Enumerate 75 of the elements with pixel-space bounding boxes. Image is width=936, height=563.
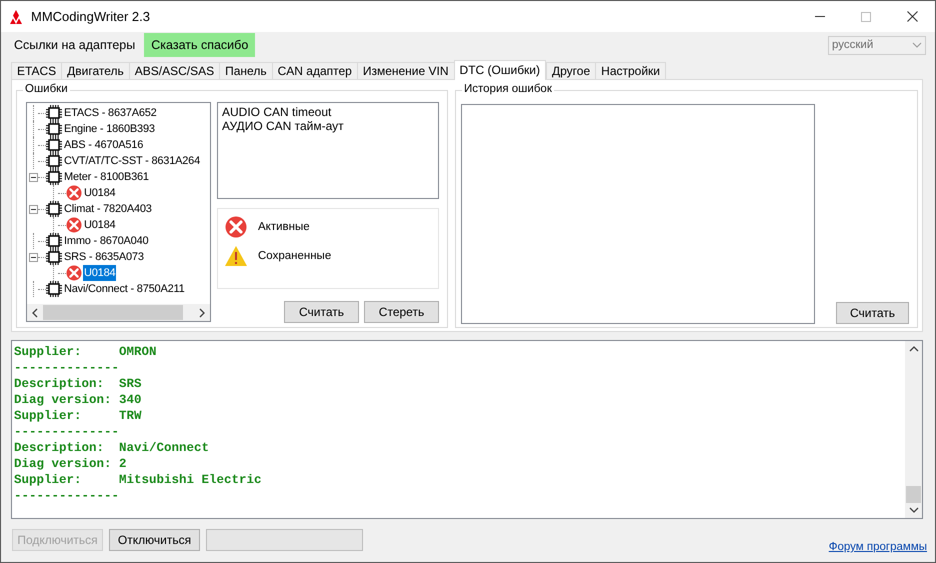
logo-icon xyxy=(7,8,25,24)
scroll-down-icon xyxy=(908,506,918,514)
button[interactable]: Отключиться xyxy=(109,529,200,551)
collapse-icon[interactable] xyxy=(29,204,38,214)
chip-icon xyxy=(46,153,62,169)
maximize-icon xyxy=(861,12,871,22)
legend-label: Активные xyxy=(258,221,310,233)
menu-item[interactable]: Ссылки на адаптеры xyxy=(7,33,142,57)
tree-item[interactable]: SRS - 8635A073 xyxy=(63,249,145,265)
vertical-scrollbar[interactable] xyxy=(905,341,922,518)
error-icon xyxy=(66,217,82,233)
tree-item[interactable]: CVT/AT/TC-SST - 8631A264 xyxy=(63,153,202,169)
tree-item[interactable]: Climat - 7820A403 xyxy=(63,201,153,217)
chip-icon xyxy=(46,121,62,137)
tree-item[interactable]: U0184 xyxy=(83,265,116,281)
log-line: Supplier: Mitsubishi Electric xyxy=(14,472,263,488)
group-title: История ошибок xyxy=(462,83,554,95)
chip-icon xyxy=(46,249,62,265)
tree-item[interactable]: ABS - 4670A516 xyxy=(63,137,144,153)
collapse-icon[interactable] xyxy=(29,252,38,262)
tab[interactable]: ETACS xyxy=(11,62,62,79)
log-line: -------------- xyxy=(14,424,120,440)
log-line: -------------- xyxy=(14,488,120,504)
log-line: -------------- xyxy=(14,360,120,376)
tab[interactable]: CAN адаптер xyxy=(272,62,357,79)
scroll-right-icon xyxy=(198,308,206,318)
tree-item[interactable]: U0184 xyxy=(83,185,116,201)
tab[interactable]: DTC (Ошибки) xyxy=(454,60,546,80)
legend-label: Сохраненные xyxy=(258,250,332,262)
scroll-up-icon xyxy=(908,345,918,353)
tab[interactable]: Панель xyxy=(219,62,272,79)
scroll-left-icon xyxy=(31,308,39,318)
window-title: MMCodingWriter 2.3 xyxy=(31,9,151,24)
tab[interactable]: Настройки xyxy=(595,62,666,79)
group-title: Ошибки xyxy=(23,83,70,95)
tree-item[interactable]: Engine - 1860B393 xyxy=(63,121,156,137)
chip-icon xyxy=(46,105,62,121)
error-icon xyxy=(66,265,82,281)
scrollbar-thumb[interactable] xyxy=(43,305,183,320)
description-text: AUDIO CAN timeout xyxy=(222,105,332,119)
tab[interactable]: ABS/ASC/SAS xyxy=(128,62,220,79)
warning-icon xyxy=(224,245,248,267)
log-line: Supplier: TRW xyxy=(14,408,143,424)
menu-item[interactable]: Сказать спасибо xyxy=(144,33,256,57)
tree-item[interactable]: Immo - 8670A040 xyxy=(63,233,150,249)
log-line: Description: SRS xyxy=(14,376,143,392)
error-icon xyxy=(225,216,247,238)
chip-icon xyxy=(46,233,62,249)
error-icon xyxy=(66,185,82,201)
close-icon xyxy=(907,11,918,22)
description-text: АУДИО CAN тайм-аут xyxy=(222,119,345,133)
horizontal-scrollbar[interactable] xyxy=(27,304,210,321)
tree-item[interactable]: Meter - 8100B361 xyxy=(63,169,150,185)
chip-icon xyxy=(46,137,62,153)
tab[interactable]: Двигатель xyxy=(61,62,129,79)
scrollbar-thumb[interactable] xyxy=(906,486,921,503)
tree-item[interactable]: Navi/Connect - 8750A211 xyxy=(63,281,186,297)
button[interactable]: Считать xyxy=(284,301,359,323)
tree-item[interactable]: U0184 xyxy=(83,217,116,233)
button[interactable]: Считать xyxy=(836,302,909,324)
tab[interactable]: Другое xyxy=(546,62,596,79)
log-line: Supplier: OMRON xyxy=(14,344,158,360)
tab[interactable]: Изменение VIN xyxy=(356,62,454,79)
chip-icon xyxy=(46,169,62,185)
minimize-icon xyxy=(815,16,825,17)
collapse-icon[interactable] xyxy=(29,172,38,182)
tree-item[interactable]: ETACS - 8637A652 xyxy=(63,105,158,121)
forum-link[interactable]: Форум программы xyxy=(828,541,927,553)
chevron-down-icon xyxy=(912,42,922,48)
log-line: Diag version: 2 xyxy=(14,456,128,472)
chip-icon xyxy=(46,281,62,297)
log-line: Diag version: 340 xyxy=(14,392,143,408)
chip-icon xyxy=(46,201,62,217)
button[interactable]: Стереть xyxy=(364,301,439,323)
log-line: Description: Navi/Connect xyxy=(14,440,210,456)
